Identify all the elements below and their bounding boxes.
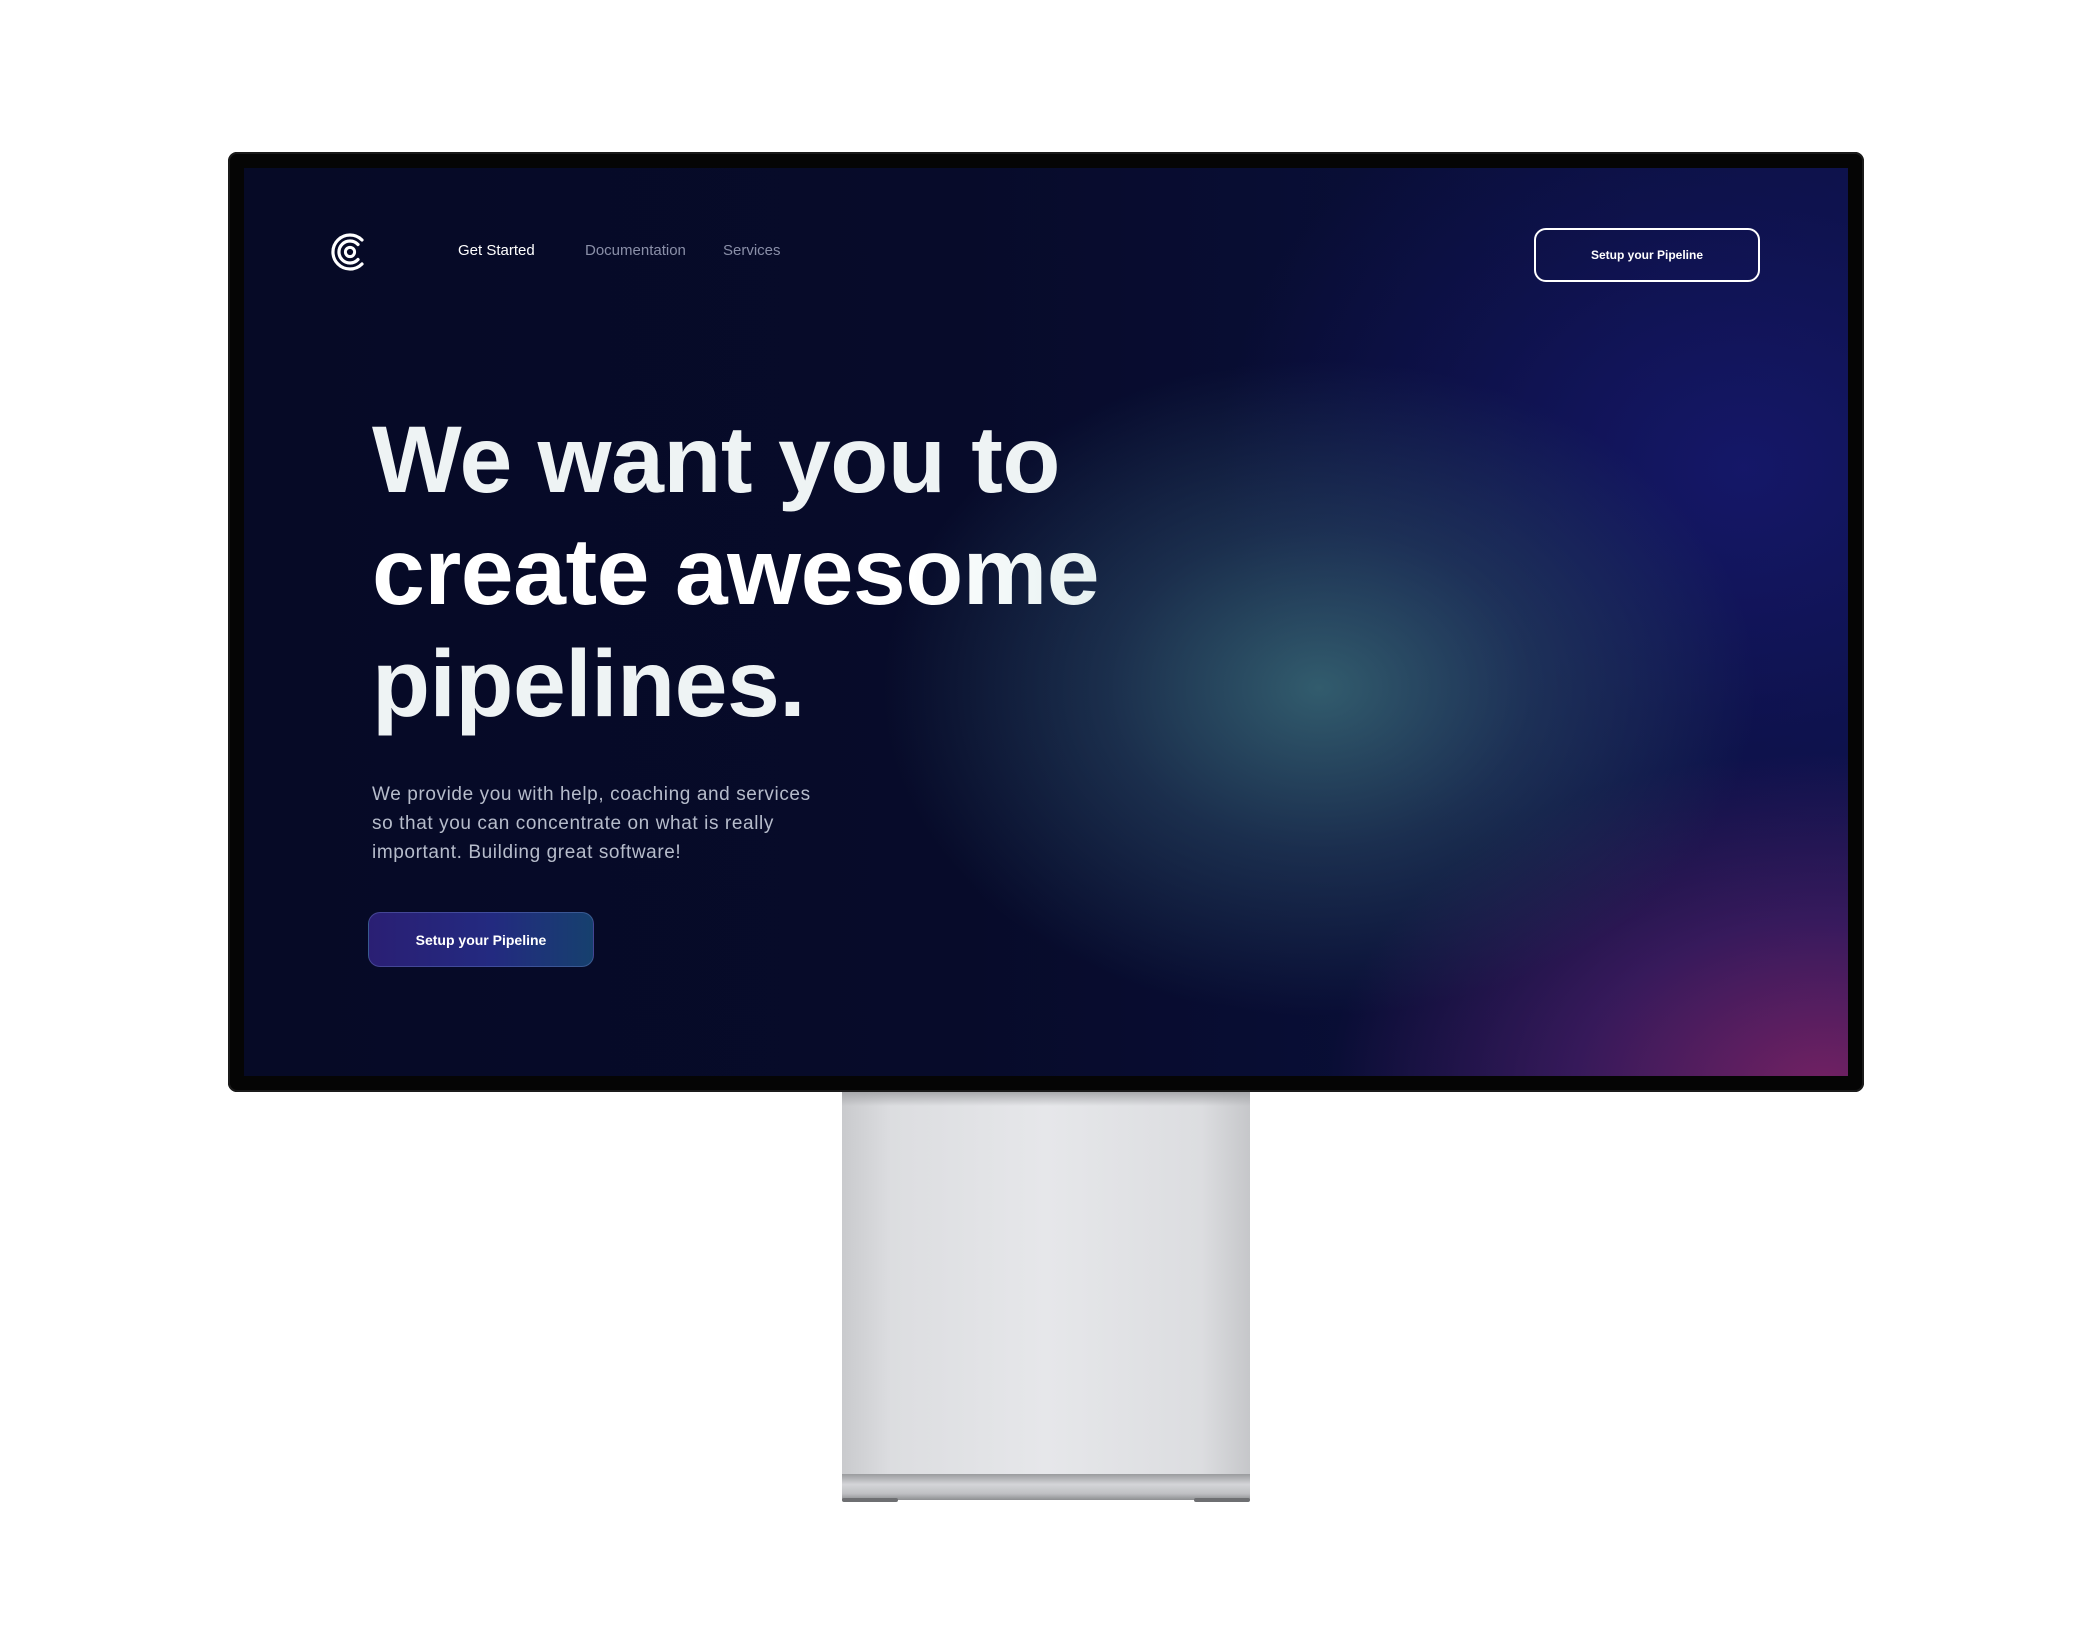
hero-subtitle-line-2: so that you can concentrate on what is r… (372, 813, 774, 834)
monitor-stand-base (842, 1474, 1250, 1500)
concentric-c-logo-icon (331, 233, 364, 271)
nav-link-services[interactable]: Services (723, 242, 781, 259)
nav-link-documentation[interactable]: Documentation (585, 242, 686, 259)
hero-title: We want you to create awesome pipelines. (372, 404, 1272, 740)
hero-subtitle-line-3: important. Building great software! (372, 842, 682, 863)
monitor-stand (842, 1092, 1250, 1478)
stand-shadow (842, 1092, 1250, 1106)
hero-title-line-3: pipelines. (372, 631, 806, 737)
hero-title-line-2: create awesome (372, 516, 1272, 628)
hero-subtitle: We provide you with help, coaching and s… (372, 780, 892, 867)
hero-setup-pipeline-button[interactable]: Setup your Pipeline (368, 912, 594, 967)
header-setup-pipeline-button[interactable]: Setup your Pipeline (1534, 228, 1760, 282)
monitor-bezel: Get Started Documentation Services Setup… (228, 152, 1864, 1092)
hero-subtitle-line-1: We provide you with help, coaching and s… (372, 784, 811, 805)
stand-foot-left (842, 1498, 898, 1502)
hero-title-line-1: We want you to (372, 407, 1060, 513)
screen-viewport: Get Started Documentation Services Setup… (244, 168, 1848, 1076)
logo-icon[interactable] (328, 230, 372, 274)
nav-link-get-started[interactable]: Get Started (458, 242, 535, 259)
stand-foot-right (1194, 1498, 1250, 1502)
